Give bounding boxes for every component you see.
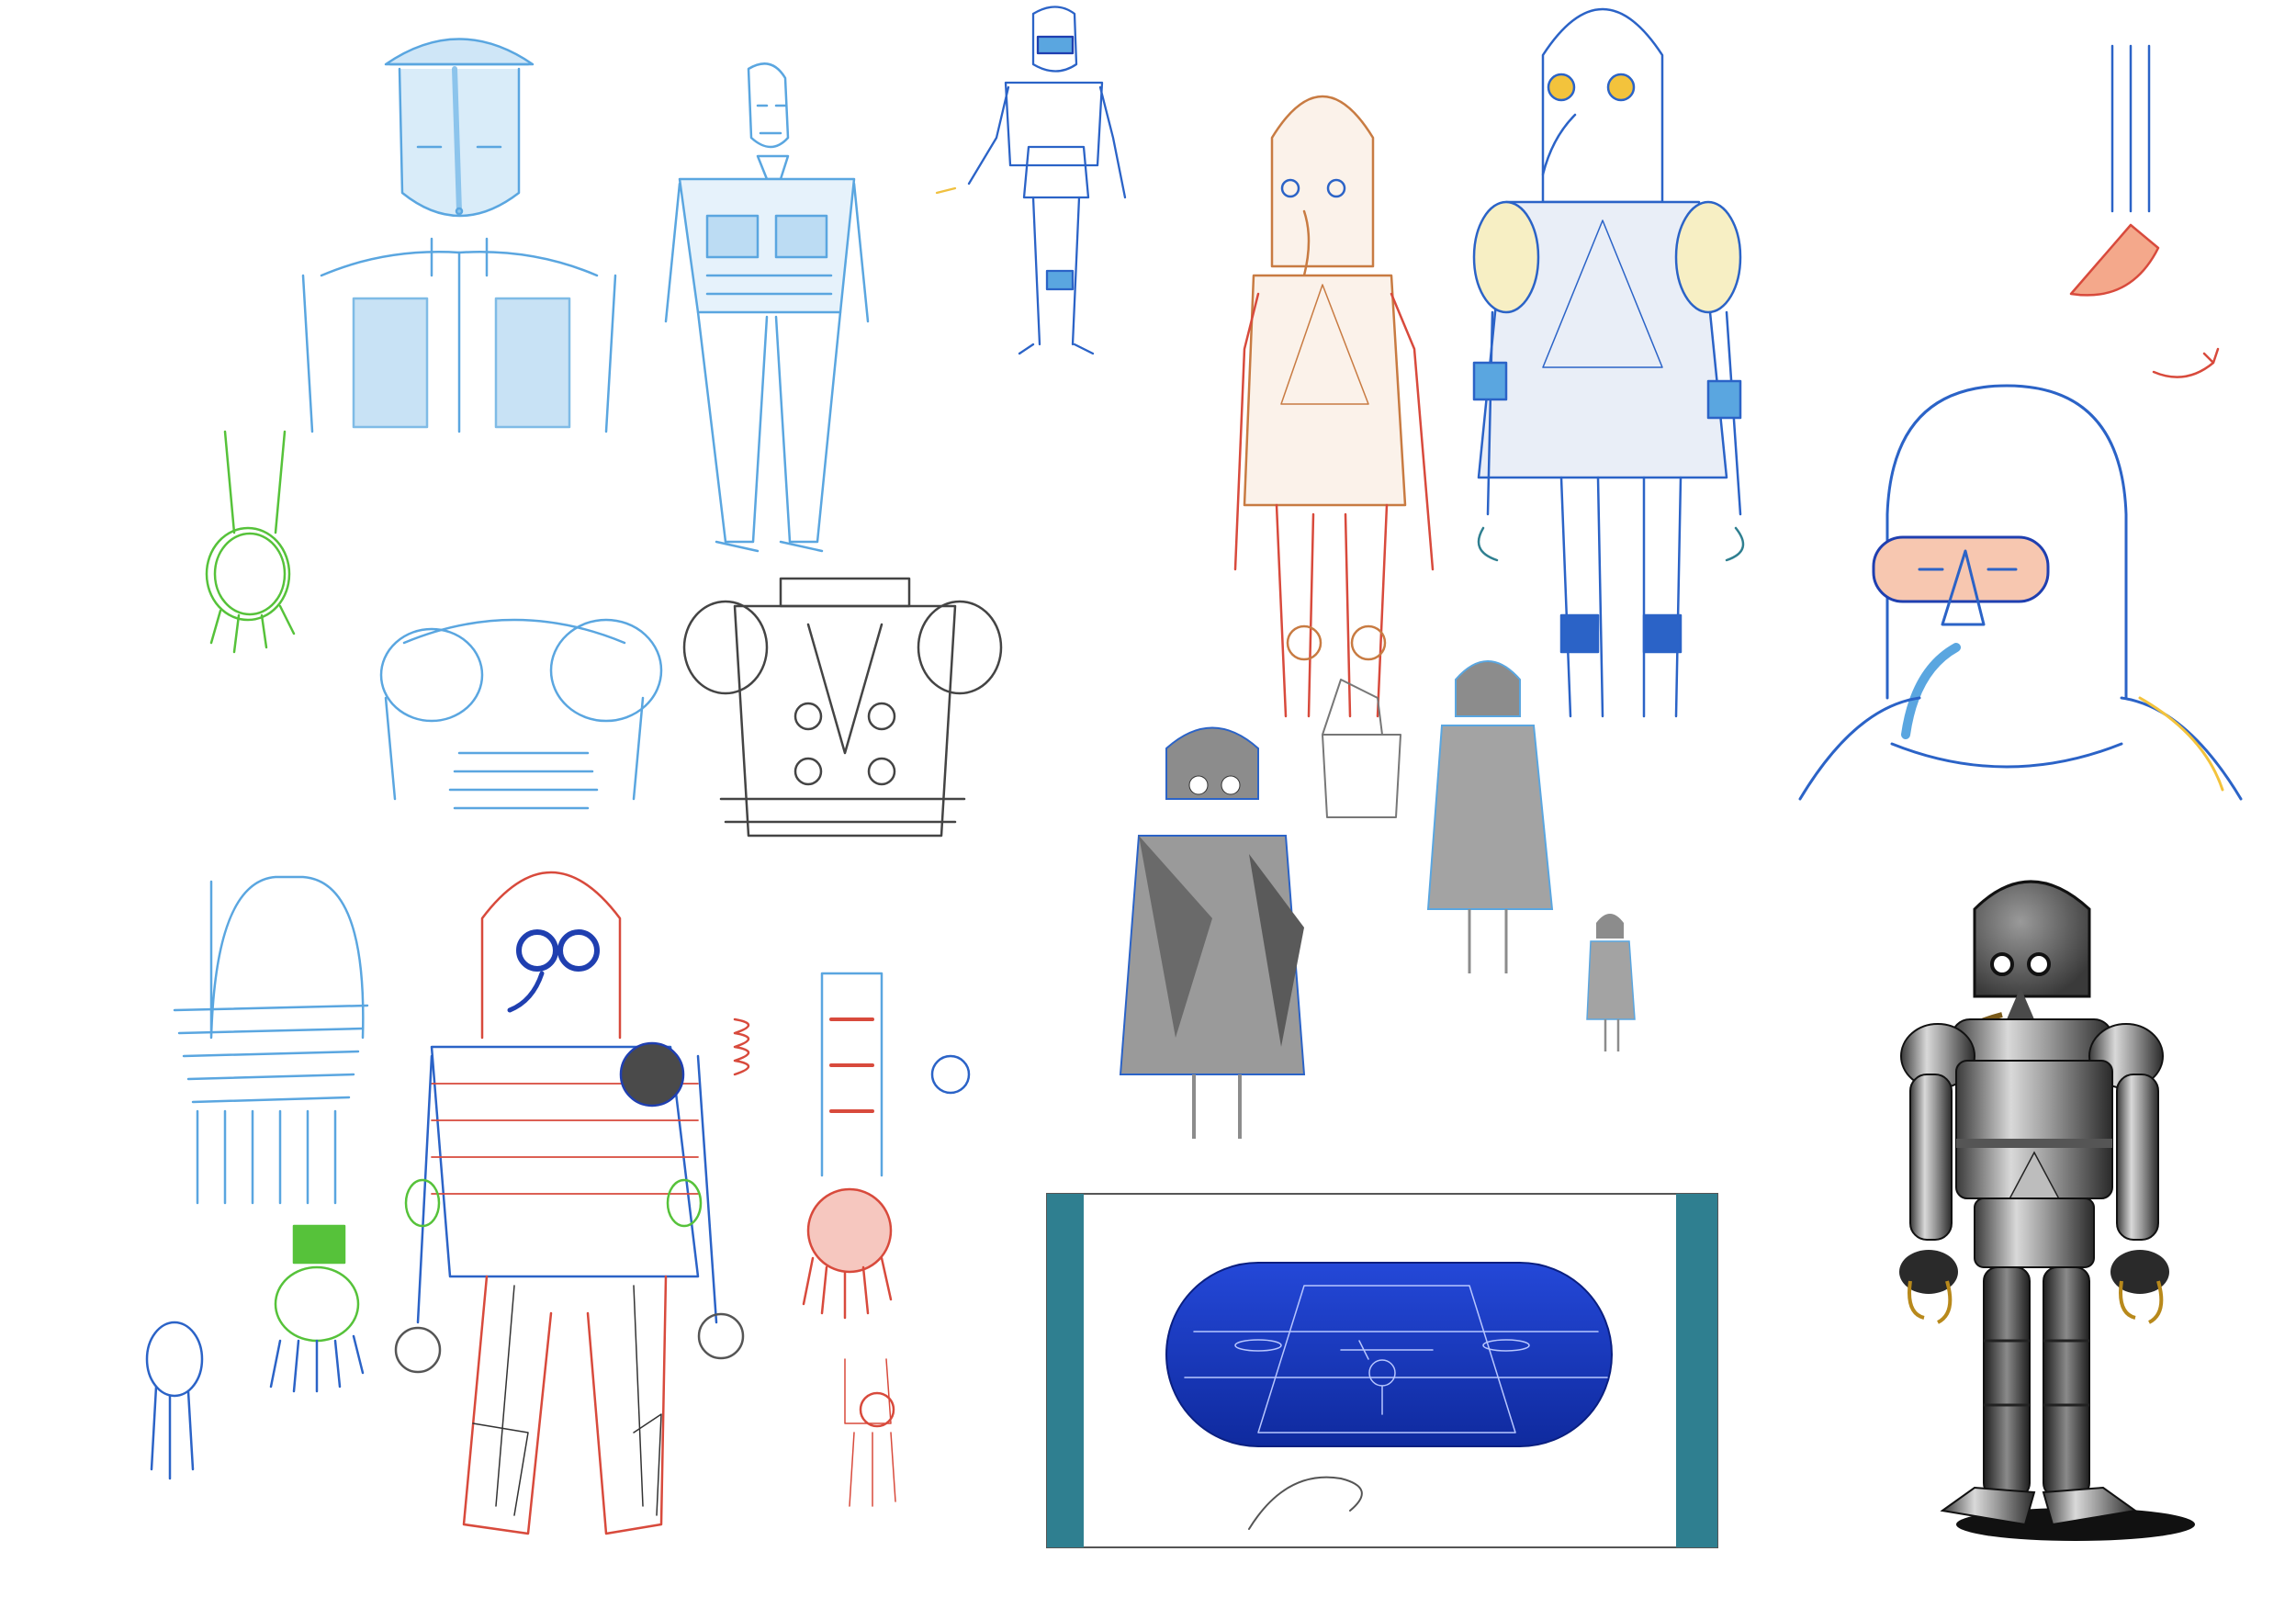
diving-suit-photo [1899, 880, 2195, 1541]
grey-silhouettes [1119, 660, 1636, 1139]
grey-box-sketch [1322, 679, 1401, 818]
colored-diver-sketch [394, 871, 745, 1535]
arm-rotation-sketch [2069, 44, 2220, 378]
grey-diver-large [1119, 726, 1306, 1139]
bust-sketch [301, 38, 617, 433]
window-storyboard [1046, 1193, 1718, 1548]
orange-diver-sketch [1233, 95, 1435, 718]
arm-details-sketch [733, 972, 971, 1507]
rotation-arrow-icon [2152, 347, 2220, 378]
pool-window [1165, 1262, 1613, 1447]
small-diver-sketch [935, 6, 1127, 355]
pilot-figure-sketch [664, 62, 870, 553]
helmet-closeup-sketch [1798, 384, 2243, 801]
concept-sketch-sheet [145, 6, 2243, 1548]
left-curtain [1047, 1194, 1084, 1547]
right-curtain [1676, 1194, 1717, 1547]
green-hand-sketch [205, 430, 296, 654]
grey-diver-medium [1426, 660, 1554, 973]
blue-diver-sketch [1472, 7, 1745, 718]
grey-diver-small [1586, 914, 1636, 1051]
basket-hand-sketches [145, 875, 369, 1480]
armor-torso-sketches [379, 577, 1003, 838]
